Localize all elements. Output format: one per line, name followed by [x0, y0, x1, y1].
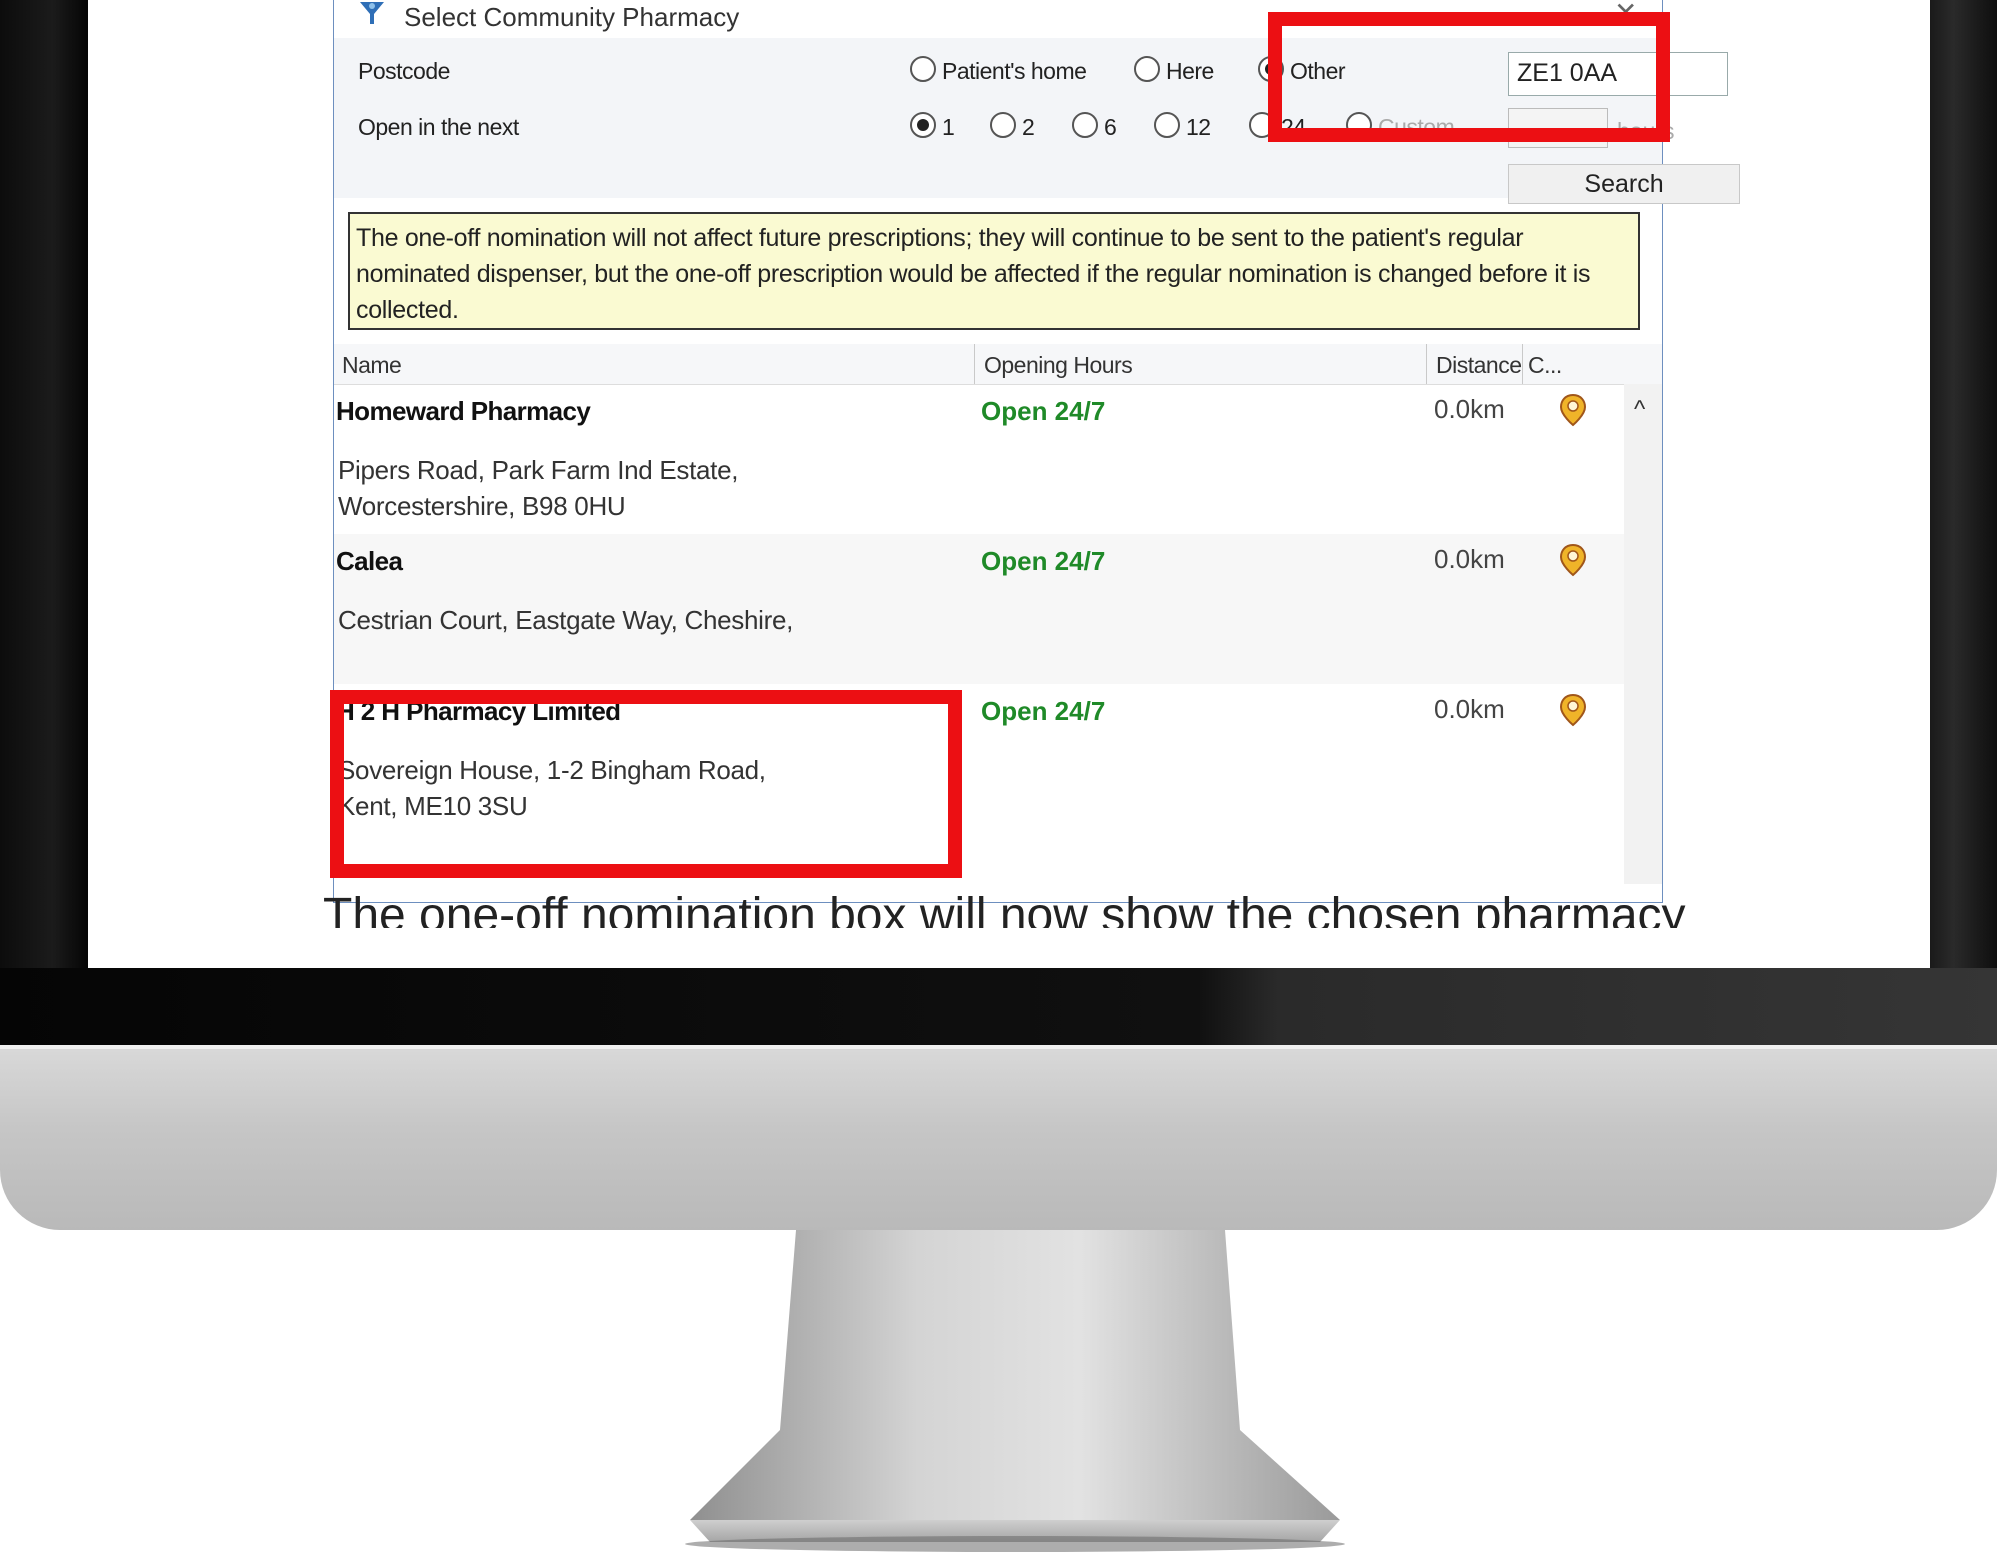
results-grid-header: Name Opening Hours Distance C...	[334, 344, 1662, 385]
column-separator	[974, 344, 975, 384]
postcode-label: Postcode	[358, 58, 450, 84]
open-in-next-label: Open in the next	[358, 114, 519, 140]
pharmacy-highlight-box	[330, 690, 962, 878]
radio-patients-home[interactable]	[910, 56, 936, 82]
radio-here-label: Here	[1166, 58, 1214, 84]
search-button[interactable]: Search	[1508, 164, 1740, 204]
pharmacy-distance: 0.0km	[1434, 394, 1505, 424]
pharmacy-opening-hours: Open 24/7	[981, 696, 1106, 726]
pharmacy-opening-hours: Open 24/7	[981, 546, 1106, 576]
radio-open-6-label: 6	[1104, 114, 1117, 140]
radio-open-12-label: 12	[1186, 114, 1211, 140]
instruction-caption-text: The one-off nomination box will now show…	[323, 889, 1686, 928]
column-separator	[1522, 344, 1523, 384]
column-header-distance[interactable]: Distance	[1436, 352, 1522, 379]
pharmacy-address: Pipers Road, Park Farm Ind Estate, Worce…	[338, 452, 938, 524]
pharmacy-name: Calea	[336, 546, 403, 576]
dialog-title: Select Community Pharmacy	[404, 2, 740, 32]
pharmacy-distance: 0.0km	[1434, 694, 1505, 724]
map-pin-icon[interactable]	[1556, 542, 1590, 578]
pharmacy-address-line-1: Pipers Road, Park Farm Ind Estate,	[338, 455, 739, 485]
monitor-chin-highlight	[0, 1045, 1997, 1049]
radio-patients-home-label: Patient's home	[942, 58, 1087, 84]
radio-open-6[interactable]	[1072, 112, 1098, 138]
radio-open-2-label: 2	[1022, 114, 1035, 140]
column-header-name[interactable]: Name	[342, 352, 402, 379]
monitor-bezel-left	[0, 0, 88, 1045]
pharmacy-address-line-1: Cestrian Court, Eastgate Way, Cheshire,	[338, 605, 794, 635]
monitor-bezel-bottom	[0, 968, 1997, 1045]
pharmacy-row[interactable]: Homeward Pharmacy Open 24/7 0.0km Pipers…	[334, 384, 1624, 534]
radio-here[interactable]	[1134, 56, 1160, 82]
pharmacy-opening-hours: Open 24/7	[981, 396, 1106, 426]
radio-open-1[interactable]	[910, 112, 936, 138]
one-off-nomination-notice: The one-off nomination will not affect f…	[348, 212, 1640, 330]
radio-open-12[interactable]	[1154, 112, 1180, 138]
pharmacy-row[interactable]: Calea Open 24/7 0.0km Cestrian Court, Ea…	[334, 534, 1624, 684]
monitor-screen: Select Community Pharmacy ✕ Postcode Pat…	[88, 0, 1930, 968]
column-separator	[1426, 344, 1427, 384]
pharmacy-logo-icon	[360, 2, 384, 24]
monitor-stand	[685, 1230, 1345, 1552]
pharmacy-address-line-2: Worcestershire, B98 0HU	[338, 491, 626, 521]
postcode-highlight-box	[1268, 12, 1670, 142]
pharmacy-name: Homeward Pharmacy	[336, 396, 591, 426]
results-scrollbar[interactable]: ^	[1624, 384, 1662, 884]
chevron-up-icon[interactable]: ^	[1634, 396, 1645, 424]
monitor-bezel-right	[1930, 0, 1997, 1045]
monitor-chin	[0, 1045, 1997, 1230]
radio-open-2[interactable]	[990, 112, 1016, 138]
radio-open-1-label: 1	[942, 114, 955, 140]
column-header-opening-hours[interactable]: Opening Hours	[984, 352, 1133, 379]
pharmacy-distance: 0.0km	[1434, 544, 1505, 574]
pharmacy-address: Cestrian Court, Eastgate Way, Cheshire,	[338, 602, 938, 638]
instruction-caption: The one-off nomination box will now show…	[323, 888, 1823, 928]
map-pin-icon[interactable]	[1556, 692, 1590, 728]
map-pin-icon[interactable]	[1556, 392, 1590, 428]
column-header-c[interactable]: C...	[1528, 352, 1562, 379]
